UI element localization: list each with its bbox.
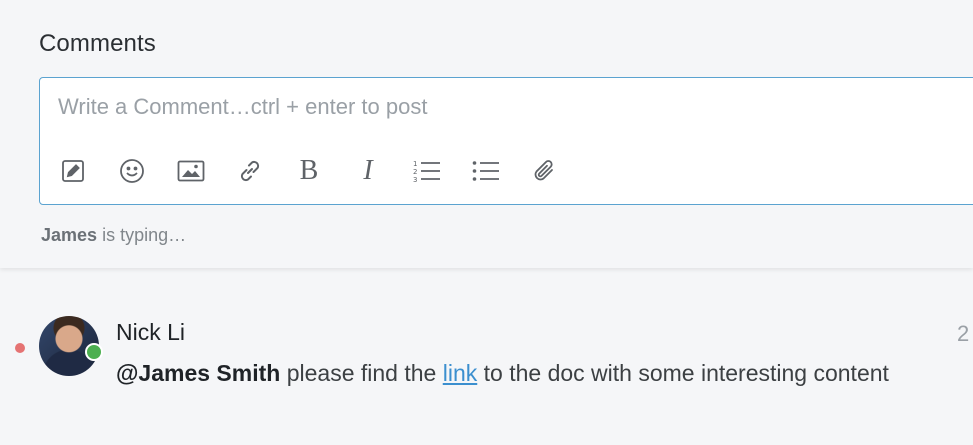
comment-timestamp: 2 [957, 321, 970, 346]
comment-text-after-link: to the doc with some interesting content [477, 360, 889, 386]
comment-author[interactable]: Nick Li [116, 319, 185, 346]
comment-text-before-link: please find the [280, 360, 443, 386]
comment-editor[interactable]: B I 1 2 3 [39, 77, 973, 205]
edit-icon[interactable] [58, 156, 88, 186]
italic-icon[interactable]: I [353, 155, 383, 186]
image-icon[interactable] [176, 156, 206, 186]
comment-body: @James Smith please find the link to the… [116, 360, 889, 387]
comments-title: Comments [39, 30, 156, 57]
link-icon[interactable] [235, 156, 265, 186]
editor-toolbar: B I 1 2 3 [58, 155, 589, 186]
bullet-list-icon[interactable] [471, 156, 501, 186]
comment-input[interactable] [58, 94, 938, 128]
typing-indicator: James is typing… [41, 225, 186, 246]
online-status-indicator [85, 343, 103, 361]
unread-indicator [15, 343, 25, 353]
svg-text:2: 2 [413, 168, 417, 176]
typing-text: is typing… [97, 225, 187, 245]
ordered-list-icon[interactable]: 1 2 3 [412, 156, 442, 186]
svg-text:1: 1 [413, 160, 417, 168]
comment-link[interactable]: link [443, 360, 478, 386]
user-mention[interactable]: @James Smith [116, 360, 280, 386]
bold-icon[interactable]: B [294, 155, 324, 186]
typing-user: James [41, 225, 98, 245]
emoji-icon[interactable] [117, 156, 147, 186]
comments-panel: Comments Write a Comment…ctrl + enter to… [0, 0, 973, 268]
svg-text:3: 3 [413, 176, 417, 184]
comment-item: Nick Li 2 @James Smith please find the l… [0, 300, 973, 410]
attachment-icon[interactable] [530, 156, 560, 186]
